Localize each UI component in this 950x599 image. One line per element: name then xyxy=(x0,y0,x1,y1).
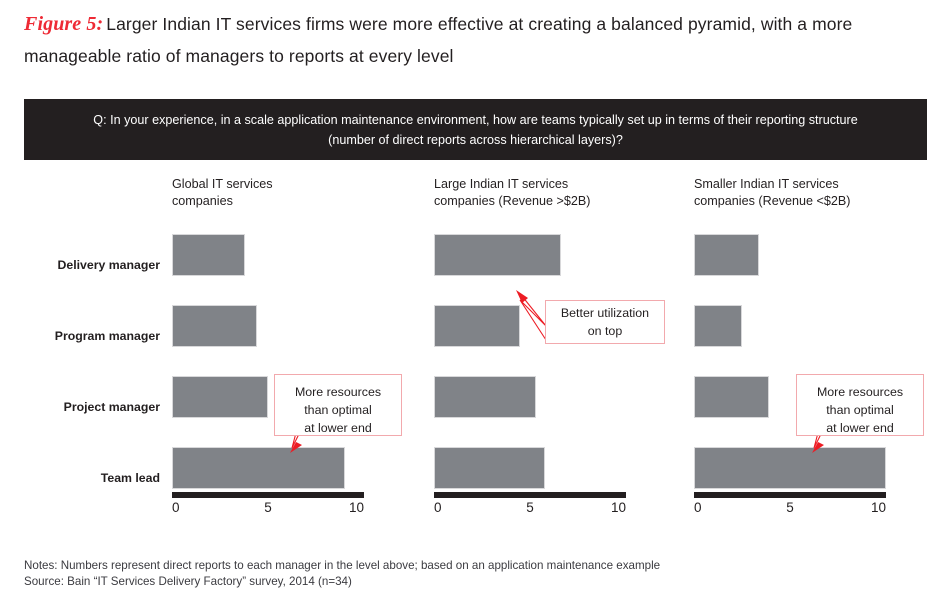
panel-title-line2: companies (Revenue <$2B) xyxy=(694,194,851,208)
chart-area: Delivery manager Program manager Project… xyxy=(0,160,950,550)
x-tick-10: 10 xyxy=(610,500,626,515)
x-tick-5: 5 xyxy=(526,500,534,515)
callout-line2: than optimal xyxy=(304,403,372,417)
x-axis-line-large-indian xyxy=(434,492,626,498)
row-label-program-manager: Program manager xyxy=(54,329,160,343)
bar-delivery-manager xyxy=(434,234,561,276)
panel-title-line2: companies (Revenue >$2B) xyxy=(434,194,591,208)
callout-line1: Better utilization xyxy=(560,306,650,320)
x-tick-5: 5 xyxy=(264,500,272,515)
row-label-column: Delivery manager Program manager Project… xyxy=(0,160,160,510)
footnote-notes: Notes: Numbers represent direct reports … xyxy=(24,559,661,572)
x-tick-0: 0 xyxy=(434,500,442,515)
row-label-delivery-manager: Delivery manager xyxy=(57,258,160,272)
bar-project-manager xyxy=(434,376,536,418)
bar-delivery-manager xyxy=(172,234,245,276)
panel-title-line1: Smaller Indian IT services xyxy=(694,177,839,191)
bar-delivery-manager xyxy=(694,234,760,276)
callout-line2: than optimal xyxy=(826,403,894,417)
callout-better-utilization: Better utilization on top xyxy=(545,300,665,344)
bar-program-manager xyxy=(694,305,742,347)
footnotes: Notes: Numbers represent direct reports … xyxy=(24,558,924,590)
panel-title-smaller-indian: Smaller Indian IT services companies (Re… xyxy=(694,176,934,210)
callout-more-resources-global: More resources than optimal at lower end xyxy=(274,374,402,436)
callout-line2: on top xyxy=(587,324,623,338)
x-tick-10: 10 xyxy=(348,500,364,515)
x-tick-0: 0 xyxy=(172,500,180,515)
figure-title: Figure 5: Larger Indian IT services firms… xyxy=(24,8,932,72)
panel-title-line2: companies xyxy=(172,194,233,208)
bar-team-lead xyxy=(434,447,546,489)
callout-line3: at lower end xyxy=(304,421,372,435)
row-label-project-manager: Project manager xyxy=(63,400,160,414)
panel-title-line1: Large Indian IT services xyxy=(434,177,569,191)
panel-title-global: Global IT services companies xyxy=(172,176,412,210)
callout-more-resources-smaller-indian: More resources than optimal at lower end xyxy=(796,374,924,436)
bar-program-manager xyxy=(172,305,257,347)
panel-title-line1: Global IT services xyxy=(172,177,273,191)
row-label-team-lead: Team lead xyxy=(100,471,160,485)
callout-line1: More resources xyxy=(816,385,904,399)
question-banner: Q: In your experience, in a scale applic… xyxy=(24,99,927,160)
bar-project-manager xyxy=(694,376,769,418)
plot-large-indian xyxy=(434,222,626,490)
x-axis-line-smaller-indian xyxy=(694,492,886,498)
callout-line3: at lower end xyxy=(826,421,894,435)
x-tick-10: 10 xyxy=(870,500,886,515)
figure-label: Figure 5: xyxy=(24,13,104,35)
panel-title-large-indian: Large Indian IT services companies (Reve… xyxy=(434,176,674,210)
x-axis-line-global xyxy=(172,492,364,498)
x-tick-5: 5 xyxy=(786,500,794,515)
footnote-source: Source: Bain “IT Services Delivery Facto… xyxy=(24,575,352,588)
callout-line1: More resources xyxy=(294,385,382,399)
x-tick-0: 0 xyxy=(694,500,702,515)
bar-project-manager xyxy=(172,376,268,418)
question-text: Q: In your experience, in a scale applic… xyxy=(93,112,858,147)
figure-title-text: Larger Indian IT services firms were mor… xyxy=(24,14,853,66)
